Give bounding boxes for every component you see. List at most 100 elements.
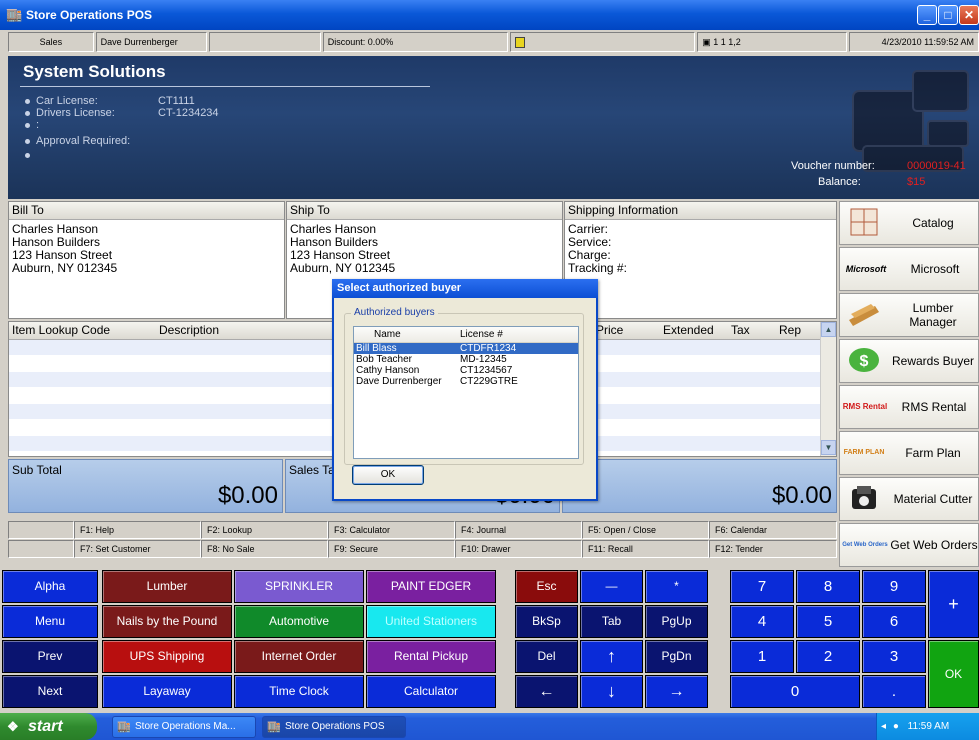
internet-order-button[interactable]: Internet Order [234, 640, 364, 673]
calculator-button[interactable]: Calculator [366, 675, 496, 708]
number-9-button[interactable]: 9 [862, 570, 926, 603]
start-button[interactable]: ❖ start [0, 713, 97, 740]
decimal-button[interactable]: . [862, 675, 926, 708]
taskbar-item-store-operations-pos[interactable]: 🏬 Store Operations POS [262, 716, 406, 738]
authorized-buyers-list[interactable]: Name License # Bill Blass CTDFR1234 Bob … [353, 326, 579, 459]
col-description[interactable]: Description [159, 322, 219, 339]
number-7-button[interactable]: 7 [730, 570, 794, 603]
ok-keypad-button[interactable]: OK [928, 640, 979, 708]
dialog-ok-button[interactable]: OK [352, 465, 424, 485]
shipping-tracking: Tracking #: [568, 261, 627, 275]
farm-plan-logo: FARM PLAN [843, 449, 885, 456]
right-arrow-button[interactable]: → [645, 675, 708, 708]
rms-rental-button[interactable]: RMS Rental RMS Rental [839, 385, 979, 429]
tray-clock[interactable]: 11:59 AM [908, 721, 950, 732]
minus-button[interactable]: — [580, 570, 643, 603]
nails-by-the-pound-button[interactable]: Nails by the Pound [102, 605, 232, 638]
farm-plan-button[interactable]: FARM PLAN Farm Plan [839, 431, 979, 475]
automotive-button[interactable]: Automotive [234, 605, 364, 638]
col-rep[interactable]: Rep [779, 322, 801, 339]
number-3-button[interactable]: 3 [862, 640, 926, 673]
lumber-manager-button[interactable]: Lumber Manager [839, 293, 979, 337]
plus-button[interactable]: + [928, 570, 979, 638]
alpha-button[interactable]: Alpha [2, 570, 98, 603]
close-button[interactable]: ✕ [959, 5, 979, 25]
f5-open-close-button[interactable]: F5: Open / Close [582, 521, 709, 539]
function-keys-row-1: F1: Help F2: Lookup F3: Calculator F4: J… [8, 521, 837, 539]
col-license[interactable]: License # [460, 327, 503, 342]
rental-pickup-button[interactable]: Rental Pickup [366, 640, 496, 673]
f9-secure-button[interactable]: F9: Secure [328, 540, 455, 558]
material-cutter-button[interactable]: Material Cutter [839, 477, 979, 521]
bill-to-line: Auburn, NY 012345 [12, 261, 118, 275]
list-item[interactable]: Bob Teacher MD-12345 [354, 354, 578, 365]
col-item-lookup-code[interactable]: Item Lookup Code [12, 322, 110, 339]
rewards-buyer-button[interactable]: $ Rewards Buyer [839, 339, 979, 383]
lumber-button[interactable]: Lumber [102, 570, 232, 603]
f12-tender-button[interactable]: F12: Tender [709, 540, 837, 558]
minimize-button[interactable]: _ [917, 5, 937, 25]
layaway-button[interactable]: Layaway [102, 675, 232, 708]
number-2-button[interactable]: 2 [796, 640, 860, 673]
prev-button[interactable]: Prev [2, 640, 98, 673]
col-price[interactable]: Price [596, 322, 623, 339]
esc-button[interactable]: Esc [515, 570, 578, 603]
sprinkler-button[interactable]: SPRINKLER [234, 570, 364, 603]
page-up-button[interactable]: PgUp [645, 605, 708, 638]
list-item[interactable]: Cathy Hanson CT1234567 [354, 365, 578, 376]
f3-calculator-button[interactable]: F3: Calculator [328, 521, 455, 539]
farm-plan-label: Farm Plan [905, 446, 961, 460]
paint-edger-button[interactable]: PAINT EDGER [366, 570, 496, 603]
f4-journal-button[interactable]: F4: Journal [455, 521, 582, 539]
delete-button[interactable]: Del [515, 640, 578, 673]
header-line-blank: : [25, 119, 39, 131]
f10-drawer-button[interactable]: F10: Drawer [455, 540, 582, 558]
united-stationers-button[interactable]: United Stationers [366, 605, 496, 638]
col-tax[interactable]: Tax [731, 322, 750, 339]
col-name[interactable]: Name [374, 327, 401, 342]
grid-scrollbar[interactable]: ▲ ▼ [820, 322, 836, 456]
f2-lookup-button[interactable]: F2: Lookup [201, 521, 328, 539]
scroll-down-icon[interactable]: ▼ [821, 440, 836, 455]
multiply-button[interactable]: * [645, 570, 708, 603]
maximize-button[interactable]: □ [938, 5, 958, 25]
get-web-orders-button[interactable]: Get Web Orders Get Web Orders [839, 523, 979, 567]
f6-calendar-button[interactable]: F6: Calendar [709, 521, 837, 539]
left-arrow-button[interactable]: ← [515, 675, 578, 708]
page-down-button[interactable]: PgDn [645, 640, 708, 673]
tray-network-icon[interactable]: ● [893, 721, 899, 732]
scroll-up-icon[interactable]: ▲ [821, 322, 836, 337]
register-info: 1 1 1,2 [713, 37, 741, 47]
backspace-button[interactable]: BkSp [515, 605, 578, 638]
number-0-button[interactable]: 0 [730, 675, 860, 708]
start-label: start [28, 718, 63, 735]
number-6-button[interactable]: 6 [862, 605, 926, 638]
number-5-button[interactable]: 5 [796, 605, 860, 638]
tab-button[interactable]: Tab [580, 605, 643, 638]
f8-no-sale-button[interactable]: F8: No Sale [201, 540, 328, 558]
down-arrow-button[interactable]: ↓ [580, 675, 643, 708]
taskbar-item-store-operations-manager[interactable]: 🏬 Store Operations Ma... [112, 716, 256, 738]
dialog-title: Select authorized buyer [332, 279, 598, 298]
menu-button[interactable]: Menu [2, 605, 98, 638]
number-1-button[interactable]: 1 [730, 640, 794, 673]
number-8-button[interactable]: 8 [796, 570, 860, 603]
car-license-value: CT1111 [158, 95, 195, 107]
list-item[interactable]: Dave Durrenberger CT229GTRE [354, 376, 578, 387]
tray-back-icon[interactable]: ◂ [881, 721, 886, 732]
f11-recall-button[interactable]: F11: Recall [582, 540, 709, 558]
col-extended[interactable]: Extended [663, 322, 714, 339]
microsoft-button[interactable]: Microsoft Microsoft [839, 247, 979, 291]
number-4-button[interactable]: 4 [730, 605, 794, 638]
voucher-number-label: Voucher number: [791, 160, 875, 172]
catalog-button[interactable]: Catalog [839, 201, 979, 245]
f7-set-customer-button[interactable]: F7: Set Customer [74, 540, 201, 558]
time-clock-button[interactable]: Time Clock [234, 675, 364, 708]
next-button[interactable]: Next [2, 675, 98, 708]
list-item[interactable]: Bill Blass CTDFR1234 [354, 343, 578, 354]
up-arrow-button[interactable]: ↑ [580, 640, 643, 673]
ship-to-title: Ship To [287, 202, 562, 220]
scroll-track[interactable] [821, 337, 836, 440]
f1-help-button[interactable]: F1: Help [74, 521, 201, 539]
ups-shipping-button[interactable]: UPS Shipping [102, 640, 232, 673]
